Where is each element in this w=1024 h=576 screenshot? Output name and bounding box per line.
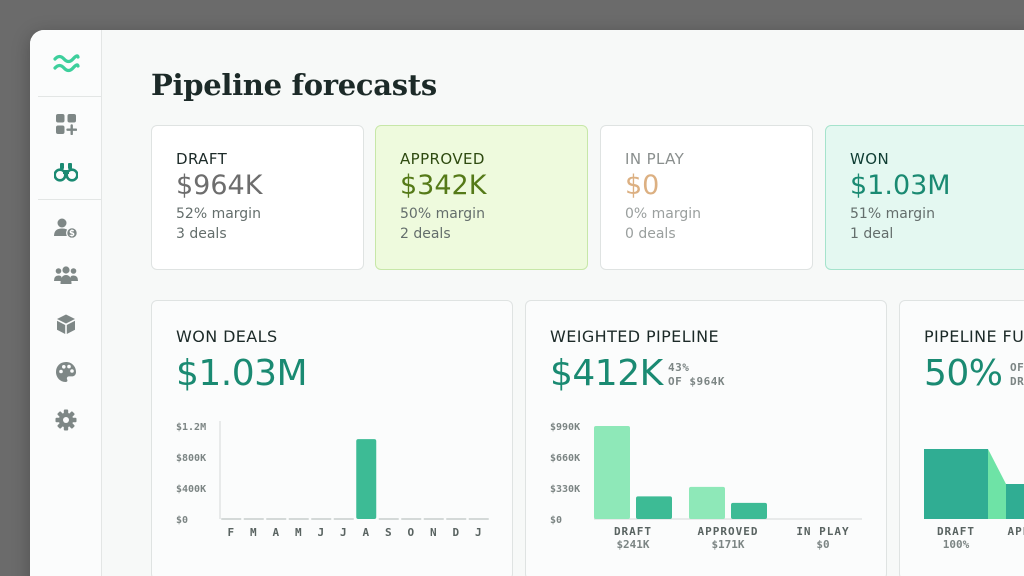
- card-margin: 52% margin: [176, 206, 261, 222]
- x-tick-label: A: [272, 526, 280, 539]
- funnel-transition: [988, 449, 1006, 519]
- funnel-stage[interactable]: [1006, 484, 1024, 519]
- main-content: Pipeline forecasts DRAFT $964K 52% margi…: [102, 30, 1024, 576]
- app-window: $ Pipeline forecasts DRAFT $964K 52% mar…: [30, 30, 1024, 576]
- dashboard-add-icon[interactable]: [54, 112, 78, 136]
- palette-icon[interactable]: [54, 360, 78, 384]
- y-tick-label: $660K: [550, 453, 580, 464]
- team-icon[interactable]: [54, 264, 78, 288]
- x-tick-label: S: [385, 526, 393, 539]
- won-deals-card: WON DEALS $1.03M $0 $400K $800K $1.2M F M A M J J…: [151, 300, 513, 576]
- summary-card-approved[interactable]: APPROVED $342K 50% margin 2 deals: [375, 125, 588, 270]
- sidebar-divider: [38, 199, 102, 200]
- card-label: WON: [850, 150, 890, 168]
- bar[interactable]: [731, 502, 767, 519]
- sidebar: $: [30, 30, 102, 576]
- y-tick-label: $1.2M: [176, 422, 206, 433]
- category-label: APPROVED: [1008, 525, 1024, 538]
- card-value: $964K: [176, 170, 263, 201]
- x-tick-label: J: [317, 526, 325, 539]
- bar[interactable]: [356, 439, 377, 519]
- svg-text:$: $: [69, 229, 75, 239]
- card-label: IN PLAY: [625, 150, 685, 168]
- x-tick-label: M: [250, 526, 258, 539]
- pipeline-funnel-card: PIPELINE FUNNEL 50% OF DRAFT DRAFT100%AP…: [899, 300, 1024, 576]
- card-deals: 3 deals: [176, 226, 227, 242]
- pipeline-funnel-chart: DRAFT100% APPROVED: [924, 449, 1024, 551]
- category-value: $0: [816, 538, 829, 551]
- x-tick-label: D: [452, 526, 460, 539]
- card-deals: 1 deal: [850, 226, 894, 242]
- x-tick-label: A: [362, 526, 370, 539]
- category-value: $241K: [616, 538, 649, 551]
- summary-card-in-play[interactable]: IN PLAY $0 0% margin 0 deals: [600, 125, 813, 270]
- card-label: DRAFT: [176, 150, 228, 168]
- category-value: $171K: [711, 538, 744, 551]
- bar[interactable]: [594, 426, 630, 519]
- category-label: APPROVED: [698, 525, 759, 538]
- y-tick-label: $0: [176, 515, 188, 526]
- summary-card-draft[interactable]: DRAFT $964K 52% margin 3 deals: [151, 125, 364, 270]
- page-title: Pipeline forecasts: [151, 68, 437, 102]
- x-tick-label: N: [430, 526, 438, 539]
- x-tick-label: O: [407, 526, 415, 539]
- card-deals: 2 deals: [400, 226, 451, 242]
- weighted-pipeline-chart: $0 $330K $660K $990K DRAFT$241K APPROVED$171K…: [550, 422, 862, 551]
- card-label: APPROVED: [400, 150, 485, 168]
- x-tick-label: J: [475, 526, 483, 539]
- bar[interactable]: [689, 486, 725, 519]
- category-label: IN PLAY: [796, 525, 849, 538]
- y-tick-label: $400K: [176, 484, 206, 495]
- card-value: $342K: [400, 170, 487, 201]
- x-tick-label: M: [295, 526, 303, 539]
- category-label: DRAFT: [937, 525, 975, 538]
- y-tick-label: $800K: [176, 453, 206, 464]
- bar[interactable]: [636, 496, 672, 519]
- card-value: $0: [625, 170, 660, 201]
- user-dollar-icon[interactable]: $: [54, 216, 78, 240]
- funnel-stage[interactable]: [924, 449, 988, 519]
- category-label: DRAFT: [614, 525, 652, 538]
- x-tick-label: F: [227, 526, 235, 539]
- y-tick-label: $0: [550, 515, 562, 526]
- category-value: 100%: [943, 538, 970, 551]
- weighted-pipeline-card: WEIGHTED PIPELINE $412K 43% OF $964K $0 $…: [525, 300, 887, 576]
- card-margin: 50% margin: [400, 206, 485, 222]
- card-margin: 51% margin: [850, 206, 935, 222]
- logo-waves-icon[interactable]: [52, 52, 80, 76]
- y-tick-label: $330K: [550, 484, 580, 495]
- sidebar-divider: [38, 96, 102, 97]
- binoculars-icon[interactable]: [54, 160, 78, 184]
- x-tick-label: J: [340, 526, 348, 539]
- summary-card-won[interactable]: WON $1.03M 51% margin 1 deal: [825, 125, 1024, 270]
- box-icon[interactable]: [54, 312, 78, 336]
- card-value: $1.03M: [850, 170, 951, 201]
- gear-icon[interactable]: [54, 408, 78, 432]
- y-tick-label: $990K: [550, 422, 580, 433]
- card-margin: 0% margin: [625, 206, 702, 222]
- won-deals-chart: $0 $400K $800K $1.2M F M A M J J A S O N D J: [176, 421, 489, 539]
- card-deals: 0 deals: [625, 226, 676, 242]
